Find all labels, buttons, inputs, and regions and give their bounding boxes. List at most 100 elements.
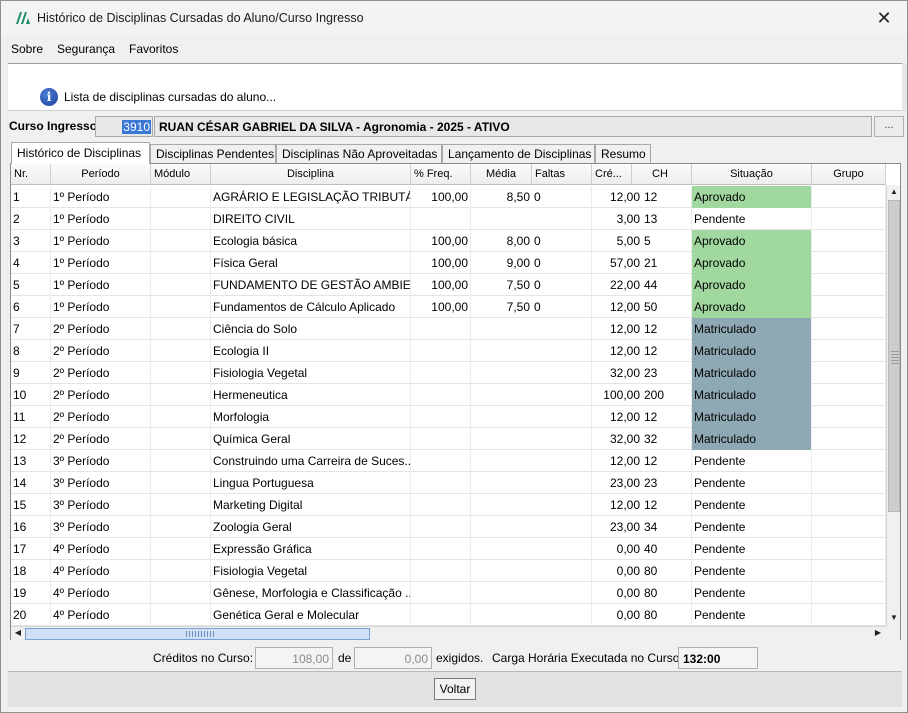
col-faltas[interactable]: Faltas (532, 164, 592, 185)
col-nr[interactable]: Nr. (11, 164, 51, 185)
cell-periodo: 3º Período (51, 516, 151, 538)
cell-grupo (812, 340, 886, 362)
cell-grupo (812, 450, 886, 472)
col-freq[interactable]: % Freq. (411, 164, 471, 185)
cell-freq (411, 538, 471, 560)
vertical-scroll-thumb[interactable] (888, 200, 900, 512)
menu-seguranca[interactable]: Segurança (57, 42, 115, 56)
cell-media: 8,00 (506, 234, 530, 248)
col-creditos[interactable]: Cré... (592, 164, 632, 185)
table-row[interactable]: 7 2º Período Ciência do Solo 12,00 12 Matricu… (11, 318, 886, 340)
cell-grupo (812, 186, 886, 208)
cell-media (471, 604, 532, 626)
scroll-left-icon[interactable]: ◀ (11, 628, 25, 637)
cell-disciplina: Lingua Portuguesa (211, 472, 411, 494)
cell-freq: 100,00 (411, 230, 471, 252)
cell-periodo: 2º Período (51, 428, 151, 450)
cell-situacao: Aprovado (692, 296, 812, 318)
table-row[interactable]: 11º Período AGRÁRIO E LEGISLAÇÃO TRIBUTÁR… (11, 186, 886, 208)
table-row[interactable]: 15 3º Período Marketing Digital 12,00 12 Pend… (11, 494, 886, 516)
grid-header: Nr. Período Módulo Disciplina % Freq. Mé… (11, 164, 886, 185)
horizontal-scrollbar[interactable]: ◀ ▶ (11, 626, 886, 640)
table-row[interactable]: 5 1º Período FUNDAMENTO DE GESTÃO AMBIE...… (11, 274, 886, 296)
table-row[interactable]: 9 2º Período Fisiologia Vegetal 32,00 23 Matr… (11, 362, 886, 384)
tab-pendentes[interactable]: Disciplinas Pendentes (150, 144, 276, 163)
cell-nr: 2 (11, 208, 51, 230)
table-row[interactable]: 20 4º Período Genética Geral e Molecular 0,… (11, 604, 886, 626)
cell-grupo (812, 560, 886, 582)
table-row[interactable]: 13 3º Período Construindo uma Carreira de … (11, 450, 886, 472)
menu-sobre[interactable]: Sobre (11, 42, 43, 56)
cell-periodo: 1º Período (51, 230, 151, 252)
cell-ch: 5 (642, 230, 692, 252)
tab-nao-aproveitadas[interactable]: Disciplinas Não Aproveitadas (276, 144, 442, 163)
cell-media: 9,00 (506, 256, 530, 270)
table-row[interactable]: 2 1º Período DIREITO CIVIL 3,00 13 Pendente (11, 208, 886, 230)
menu-favoritos[interactable]: Favoritos (129, 42, 178, 56)
cell-faltas: 0 (532, 296, 592, 318)
cell-nr: 19 (11, 582, 51, 604)
vertical-scrollbar[interactable]: ▲ ▼ (886, 185, 900, 626)
close-button[interactable]: ✕ (861, 1, 907, 35)
cell-modulo (151, 582, 211, 604)
table-row[interactable]: 6 1º Período Fundamentos de Cálculo Aplica… (11, 296, 886, 318)
cell-creditos: 23,00 (609, 520, 640, 534)
col-media[interactable]: Média (471, 164, 532, 185)
cell-ch: 80 (642, 560, 692, 582)
table-row[interactable]: 10 2º Período Hermeneutica 100,00 200 Matricu… (11, 384, 886, 406)
grip-icon (186, 631, 216, 637)
col-grupo[interactable]: Grupo (812, 164, 886, 185)
cell-disciplina: Gênese, Morfologia e Classificação ... (211, 582, 411, 604)
table-row[interactable]: 4 1º Período Física Geral 100,00 9,00 0 57,00 2… (11, 252, 886, 274)
table-row[interactable]: 18 4º Período Fisiologia Vegetal 0,00 80 Pend… (11, 560, 886, 582)
cell-disciplina: Hermeneutica (211, 384, 411, 406)
cell-freq (411, 340, 471, 362)
table-row[interactable]: 19 4º Período Gênese, Morfologia e Classif… (11, 582, 886, 604)
cell-ch: 23 (642, 472, 692, 494)
cell-media: 7,50 (506, 278, 530, 292)
cell-situacao: Aprovado (692, 230, 812, 252)
scroll-right-icon[interactable]: ▶ (871, 628, 885, 637)
table-row[interactable]: 17 4º Período Expressão Gráfica 0,00 40 Pende… (11, 538, 886, 560)
cell-grupo (812, 230, 886, 252)
cell-creditos: 57,00 (609, 256, 640, 270)
table-row[interactable]: 14 3º Período Lingua Portuguesa 23,00 23 Pend… (11, 472, 886, 494)
col-modulo[interactable]: Módulo (151, 164, 211, 185)
cell-grupo (812, 428, 886, 450)
cell-situacao: Pendente (692, 516, 812, 538)
tab-historico[interactable]: Histórico de Disciplinas (11, 142, 150, 164)
curso-lookup-button[interactable]: ... (874, 116, 904, 137)
tab-lancamento[interactable]: Lançamento de Disciplinas (442, 144, 595, 163)
col-periodo[interactable]: Período (51, 164, 151, 185)
cell-media (471, 208, 532, 230)
col-disciplina[interactable]: Disciplina (211, 164, 411, 185)
voltar-button[interactable]: Voltar (434, 678, 476, 700)
cell-periodo: 1º Período (51, 296, 151, 318)
curso-code-field[interactable]: 3910 (95, 116, 153, 137)
cell-disciplina: Fundamentos de Cálculo Aplicado (211, 296, 411, 318)
creditos-label: Créditos no Curso: (153, 651, 254, 665)
table-row[interactable]: 3 1º Período Ecologia básica 100,00 8,00 0 5,0… (11, 230, 886, 252)
scroll-down-icon[interactable]: ▼ (887, 613, 901, 622)
cell-nr: 17 (11, 538, 51, 560)
cell-creditos: 12,00 (609, 322, 640, 336)
scroll-up-icon[interactable]: ▲ (887, 187, 901, 196)
cell-ch: 12 (642, 318, 692, 340)
col-situacao[interactable]: Situação (692, 164, 812, 185)
table-row[interactable]: 11 2º Período Morfologia 12,00 12 Matriculado (11, 406, 886, 428)
cell-disciplina: Ecologia II (211, 340, 411, 362)
cell-media (471, 516, 532, 538)
cell-nr: 12 (11, 428, 51, 450)
cell-ch: 32 (642, 428, 692, 450)
horizontal-scroll-thumb[interactable] (25, 628, 370, 640)
table-row[interactable]: 16 3º Período Zoologia Geral 23,00 34 Pendent… (11, 516, 886, 538)
cell-periodo: 1º Período (51, 274, 151, 296)
table-row[interactable]: 8 2º Período Ecologia II 12,00 12 Matriculado (11, 340, 886, 362)
table-row[interactable]: 12 2º Período Química Geral 32,00 32 Matricul… (11, 428, 886, 450)
col-ch[interactable]: CH (632, 164, 692, 185)
cell-faltas (532, 494, 592, 516)
cell-creditos: 12,00 (609, 300, 640, 314)
cell-media: 7,50 (506, 300, 530, 314)
curso-ingresso-label: Curso Ingresso: (9, 119, 102, 133)
tab-resumo[interactable]: Resumo (595, 144, 651, 163)
